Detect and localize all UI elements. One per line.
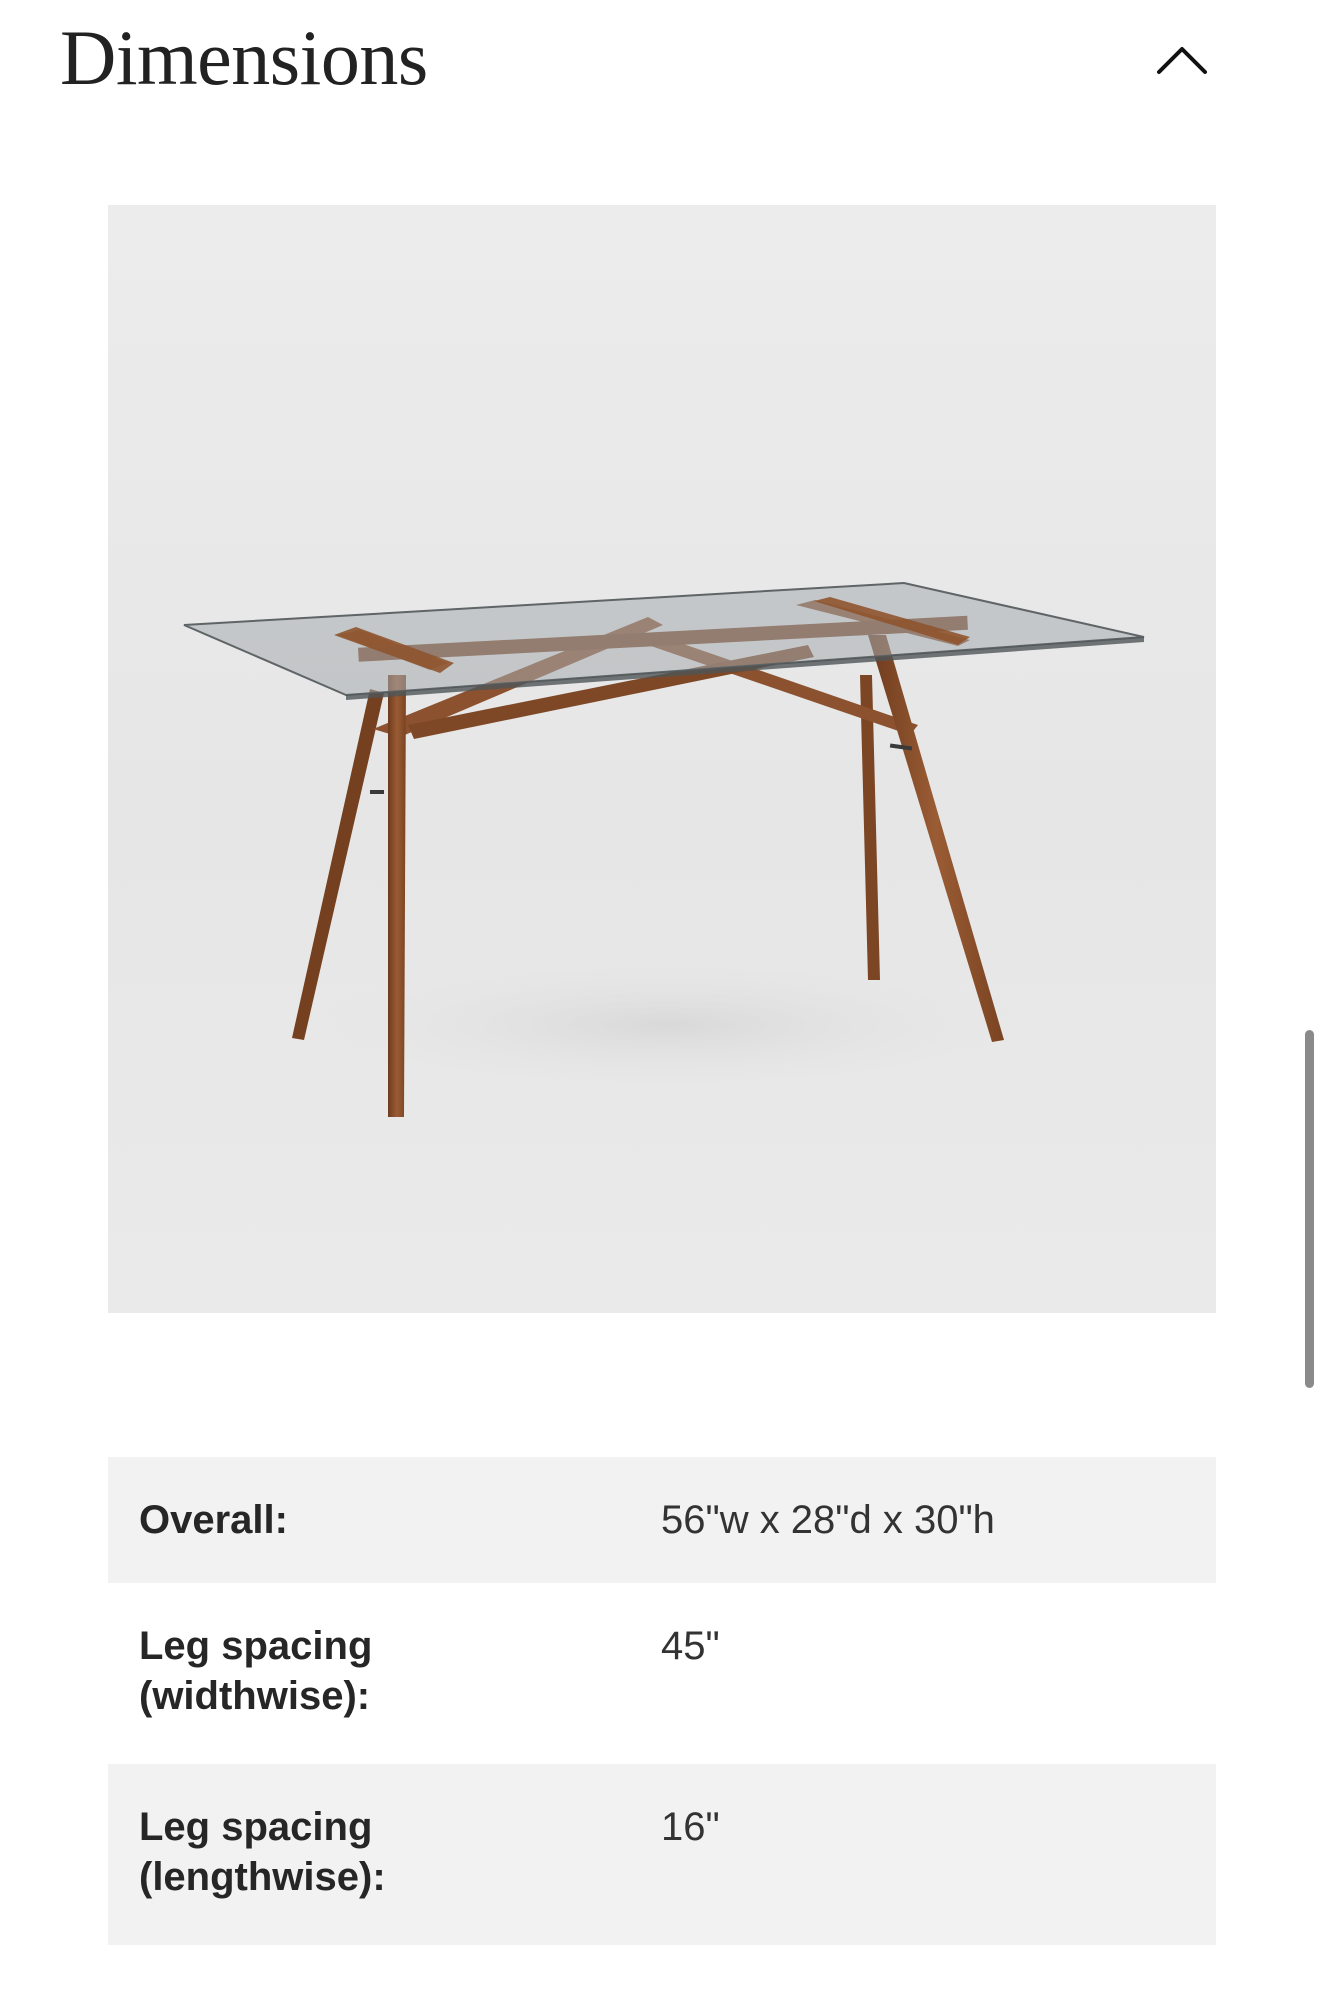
dimension-label: Leg spacing (widthwise): (139, 1624, 373, 1718)
product-image (108, 205, 1216, 1313)
dimension-value: 45" (661, 1624, 720, 1668)
table-illustration (183, 581, 1145, 1117)
table-row: Overall: 56"w x 28"d x 30"h (108, 1457, 1216, 1583)
dimension-value: 16" (661, 1805, 720, 1849)
dimensions-accordion-header[interactable]: Dimensions (0, 0, 1320, 120)
dimension-value: 56"w x 28"d x 30"h (661, 1498, 995, 1542)
scrollbar-thumb[interactable] (1305, 1030, 1314, 1388)
table-row: Leg spacing (lengthwise): 16" (108, 1764, 1216, 1945)
dimensions-table: Overall: 56"w x 28"d x 30"h Leg spacing … (108, 1457, 1216, 1945)
dimension-label: Leg spacing (lengthwise): (139, 1805, 386, 1899)
table-row: Leg spacing (widthwise): 45" (108, 1583, 1216, 1764)
collapse-toggle-button[interactable] (1148, 30, 1216, 90)
chevron-up-icon (1157, 47, 1207, 74)
section-title: Dimensions (60, 14, 428, 101)
dimension-label: Overall: (139, 1498, 288, 1542)
